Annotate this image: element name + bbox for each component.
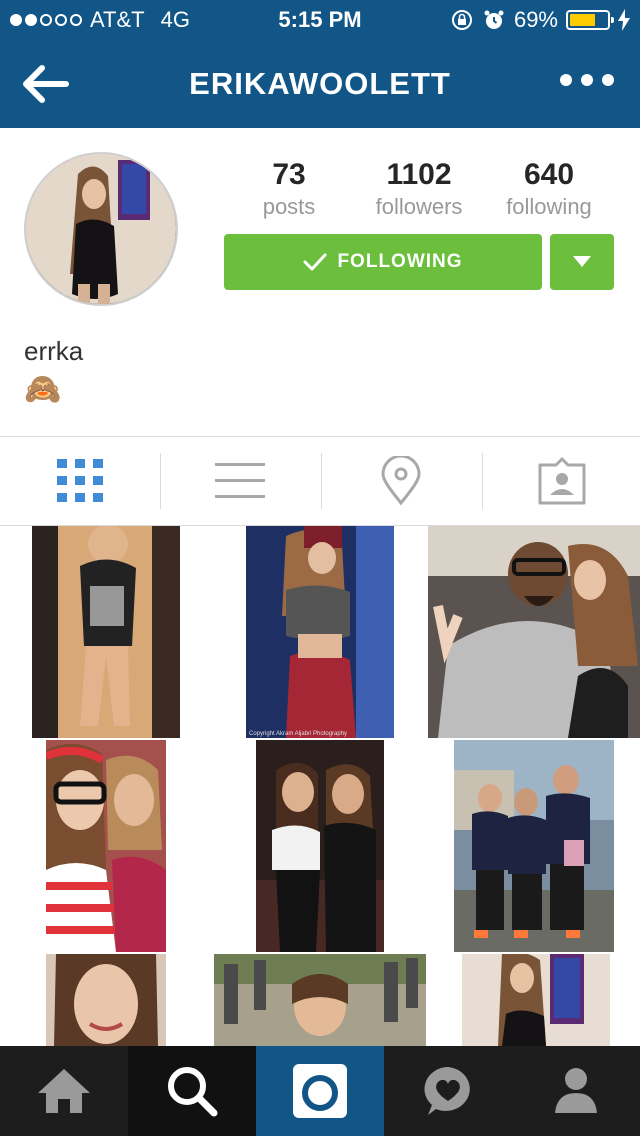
header: AT&T 4G 5:15 PM 69% ERIKAWOOLETT bbox=[0, 0, 640, 128]
photo-watermark: Copyright Akram Aljabri Photography bbox=[249, 731, 347, 737]
profile-icon bbox=[555, 1068, 597, 1113]
home-icon bbox=[38, 1069, 90, 1113]
profile-avatar[interactable] bbox=[24, 152, 178, 306]
following-button[interactable]: FOLLOWING bbox=[224, 234, 542, 290]
photo-thumbnail[interactable] bbox=[46, 954, 166, 1046]
more-dots-icon bbox=[560, 74, 572, 86]
checkmark-icon bbox=[303, 253, 327, 271]
profile-full-name: errka bbox=[24, 336, 84, 366]
charging-icon bbox=[618, 9, 630, 31]
rotation-lock-icon bbox=[451, 10, 472, 30]
photo-thumbnail[interactable] bbox=[462, 954, 610, 1046]
tab-list-view[interactable] bbox=[160, 437, 320, 525]
following-stat[interactable]: 640 following bbox=[484, 158, 614, 220]
list-icon bbox=[215, 463, 265, 498]
tab-grid-view[interactable] bbox=[0, 437, 160, 525]
following-button-label: FOLLOWING bbox=[337, 251, 463, 272]
posts-stat[interactable]: 73 posts bbox=[224, 158, 354, 220]
profile-view-tabs bbox=[0, 436, 640, 526]
profile-username-title: ERIKAWOOLETT bbox=[189, 66, 451, 101]
photo-thumbnail[interactable] bbox=[214, 954, 426, 1046]
followers-stat[interactable]: 1102 followers bbox=[354, 158, 484, 220]
following-count: 640 bbox=[523, 158, 575, 191]
tab-tagged-photos[interactable] bbox=[482, 437, 640, 525]
photo-thumbnail[interactable] bbox=[46, 740, 166, 952]
status-right: 69% bbox=[450, 7, 630, 33]
search-icon bbox=[168, 1067, 218, 1117]
tagged-person-icon bbox=[538, 457, 586, 505]
photo-grid: Copyright Akram Aljabri Photography bbox=[0, 526, 640, 1046]
tab-map-view[interactable] bbox=[321, 437, 481, 525]
status-bar: AT&T 4G 5:15 PM 69% bbox=[0, 0, 640, 40]
location-pin-icon bbox=[381, 456, 421, 506]
photo-thumbnail[interactable] bbox=[256, 740, 384, 952]
tab-activity[interactable] bbox=[384, 1046, 512, 1136]
more-options-button[interactable] bbox=[560, 74, 614, 86]
posts-label: posts bbox=[262, 194, 316, 219]
suggestions-dropdown-button[interactable] bbox=[550, 234, 614, 290]
tab-explore[interactable] bbox=[128, 1046, 256, 1136]
caret-down-icon bbox=[573, 256, 591, 267]
photo-thumbnail[interactable] bbox=[454, 740, 614, 952]
photo-thumbnail[interactable]: Copyright Akram Aljabri Photography bbox=[246, 526, 394, 738]
grid-icon bbox=[57, 459, 103, 502]
photo-thumbnail[interactable] bbox=[428, 526, 640, 738]
followers-count: 1102 bbox=[386, 158, 452, 191]
profile-stats: 73 posts 1102 followers 640 following bbox=[224, 158, 614, 220]
navigation-bar: ERIKAWOOLETT bbox=[0, 40, 640, 128]
tab-camera[interactable] bbox=[256, 1046, 384, 1136]
photo-thumbnail[interactable] bbox=[32, 526, 180, 738]
posts-count: 73 bbox=[272, 158, 306, 191]
camera-icon bbox=[293, 1064, 347, 1118]
followers-label: followers bbox=[375, 194, 463, 219]
battery-icon bbox=[566, 10, 614, 30]
tab-profile[interactable] bbox=[512, 1046, 640, 1136]
tab-home[interactable] bbox=[0, 1046, 128, 1136]
bottom-tab-bar bbox=[0, 1046, 640, 1136]
profile-bio: 🙈 bbox=[24, 373, 62, 406]
alarm-icon bbox=[484, 10, 504, 29]
following-label: following bbox=[506, 194, 592, 219]
heart-bubble-icon bbox=[424, 1067, 470, 1115]
battery-percent: 69% bbox=[513, 7, 558, 32]
